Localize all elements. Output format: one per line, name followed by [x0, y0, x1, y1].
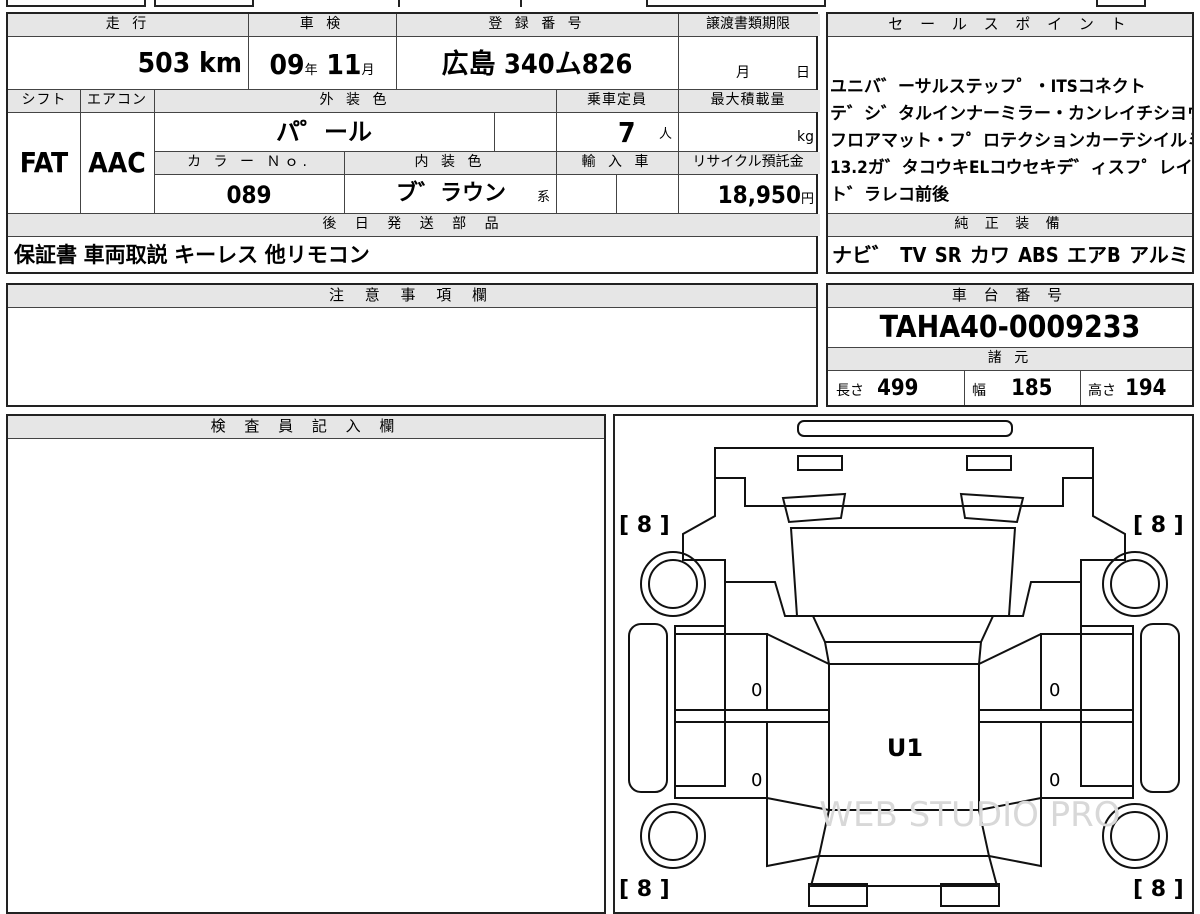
sales-points-panel: セ ー ル ス ポ イ ン ト ユニバ゛ーサルステッフ゜・ITSコネクト テ゛シ… — [826, 12, 1194, 274]
capacity-value: 7 人 — [618, 116, 672, 149]
sales-point: フロアマット・フ゜ロテクションカーテシイルミ — [830, 131, 1192, 151]
sales-points-label: セ ー ル ス ポ イ ン ト — [828, 14, 1192, 37]
sales-point: 13.2ガ゛タコウキELコウセキデ゛ィスフ゜レイ — [830, 158, 1192, 178]
door-mark-right-front: 0 — [1049, 680, 1060, 701]
inspector-panel: 検 査 員 記 入 欄 — [6, 414, 606, 914]
top-strip — [6, 0, 1194, 8]
ext-color-value: パ゜ール — [276, 118, 372, 146]
int-color-value: ブ゛ラウン 系 — [396, 181, 550, 206]
tire-rear-left: [ 8 ] — [619, 877, 670, 902]
sales-points-list: ユニバ゛ーサルステッフ゜・ITSコネクト テ゛シ゛タルインナーミラー・カンレイチ… — [830, 74, 1192, 214]
registration-label: 登 録 番 号 — [396, 14, 678, 36]
notes-panel: 注 意 事 項 欄 — [6, 283, 818, 407]
sales-point: ユニバ゛ーサルステッフ゜・ITSコネクト — [830, 77, 1146, 97]
capacity-label: 乗車定員 — [556, 90, 678, 112]
shift-label: シフト — [8, 90, 80, 112]
notes-label: 注 意 事 項 欄 — [8, 285, 816, 308]
roof-damage-mark: U1 — [887, 734, 923, 762]
recycle-label: リサイクル預託金 — [678, 152, 818, 174]
tire-rear-right: [ 8 ] — [1133, 877, 1184, 902]
color-no-value: 089 — [226, 181, 272, 209]
mileage-label: 走 行 — [8, 14, 248, 36]
shaken-value: 09年 11月 — [269, 48, 375, 81]
later-docs-label: 後 日 発 送 部 品 — [8, 214, 820, 236]
chassis-panel: 車 台 番 号 TAHA40-0009233 諸 元 長さ 499 幅 185 … — [826, 283, 1194, 407]
max-load-label: 最大積載量 — [678, 90, 818, 112]
mileage-value: 503 km — [137, 46, 242, 79]
inspector-label: 検 査 員 記 入 欄 — [8, 416, 604, 439]
sales-point: ト゛ラレコ前後 — [830, 185, 949, 205]
import-label: 輸 入 車 — [556, 152, 678, 174]
chassis-no-value: TAHA40-0009233 — [879, 310, 1141, 345]
genuine-equipment-label: 純 正 装 備 — [828, 214, 1192, 236]
spec-height: 高さ 194 — [1088, 376, 1167, 401]
chassis-no-label: 車 台 番 号 — [828, 285, 1192, 308]
tire-front-left: [ 8 ] — [619, 513, 670, 538]
vehicle-condition-diagram: WEB STUDIO PRO [ 8 ] [ 8 ] [ 8 ] [ 8 ] 0… — [613, 414, 1194, 914]
transfer-deadline-label: 譲渡書類期限 — [678, 14, 818, 36]
shaken-label: 車 検 — [248, 14, 396, 36]
aircon-label: エアコン — [80, 90, 154, 112]
sales-point: テ゛シ゛タルインナーミラー・カンレイチシヨウ — [830, 104, 1192, 124]
watermark: WEB STUDIO PRO — [819, 795, 1120, 835]
specs-label: 諸 元 — [828, 348, 1192, 370]
door-mark-left-rear: 0 — [751, 770, 762, 791]
genuine-equipment-list: ナビ゛ TV SR カワ ABS エアB アルミ PS PW — [832, 243, 1189, 267]
ext-color-label: 外 装 色 — [154, 90, 556, 112]
shift-value: FAT — [19, 146, 69, 179]
vehicle-info-table: 走 行 車 検 登 録 番 号 譲渡書類期限 503 km 09年 11月 広島… — [6, 12, 820, 274]
later-docs-value: 保証書 車両取説 キーレス 他リモコン — [14, 243, 370, 267]
door-mark-right-rear: 0 — [1049, 770, 1060, 791]
tire-front-right: [ 8 ] — [1133, 513, 1184, 538]
spec-width: 幅 185 — [972, 376, 1053, 401]
transfer-deadline-value: 月 日 — [736, 65, 810, 81]
door-mark-left-front: 0 — [751, 680, 762, 701]
spec-length: 長さ 499 — [836, 376, 919, 401]
recycle-value: 18,950円 — [717, 181, 814, 209]
color-no-label: カ ラ ー Ｎｏ. — [154, 152, 344, 174]
int-color-label: 内 装 色 — [344, 152, 556, 174]
registration-value: 広島 340ム826 — [441, 49, 633, 80]
car-outline-diagram: WEB STUDIO PRO [ 8 ] [ 8 ] [ 8 ] [ 8 ] 0… — [619, 420, 1184, 907]
aircon-value: AAC — [88, 146, 146, 179]
max-load-value: kg — [797, 129, 814, 145]
